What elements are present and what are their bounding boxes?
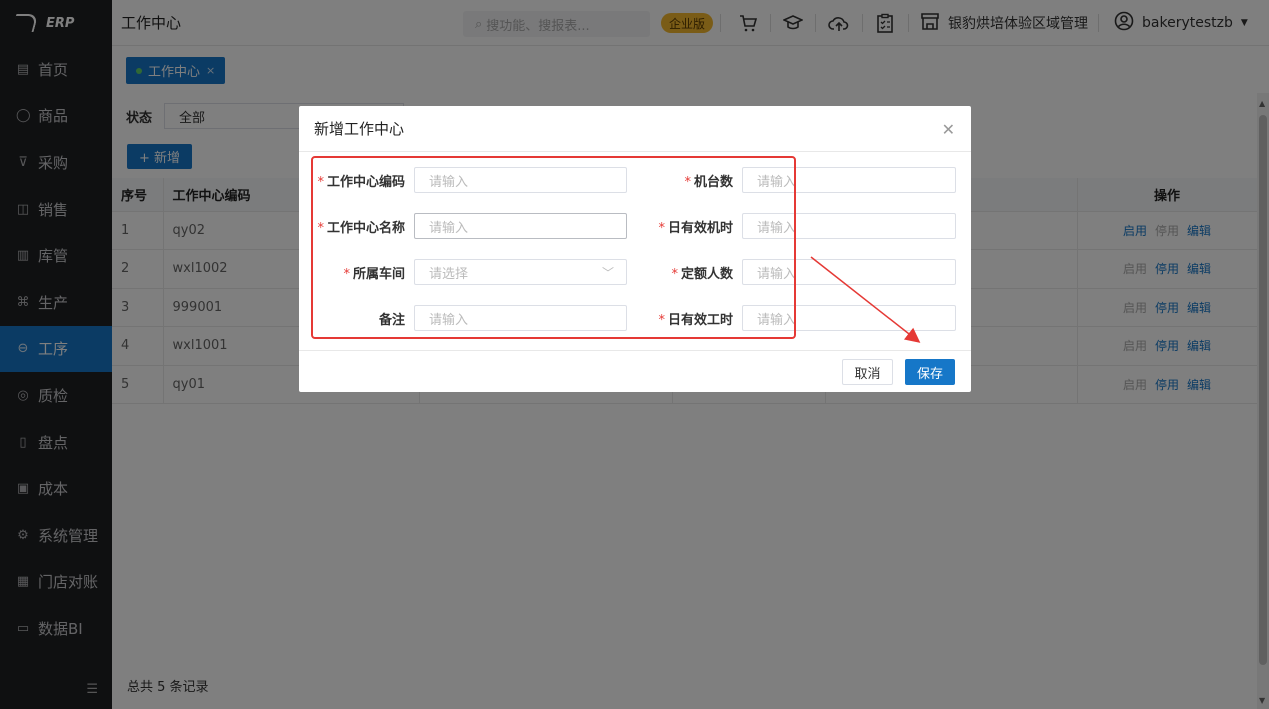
- dialog-title: 新增工作中心: [299, 106, 971, 152]
- cancel-button[interactable]: 取消: [842, 359, 893, 385]
- close-icon[interactable]: ✕: [942, 120, 955, 139]
- annotation-highlight-box: [311, 156, 796, 339]
- save-button[interactable]: 保存: [905, 359, 955, 385]
- dialog-footer: 取消 保存: [299, 350, 971, 392]
